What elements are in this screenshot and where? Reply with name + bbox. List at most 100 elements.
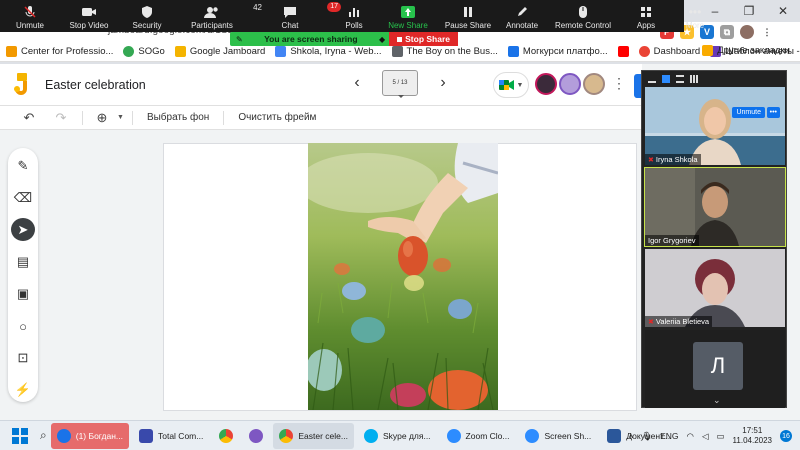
battery-icon[interactable]: ▭: [717, 431, 725, 442]
panel-view-controls: [642, 71, 786, 87]
apps-grid-icon: [640, 3, 652, 20]
eraser-tool-icon[interactable]: ⌫: [11, 186, 35, 209]
notification-badge[interactable]: 16: [780, 430, 792, 442]
chrome-icon: [56, 428, 71, 443]
meet-button[interactable]: ▼: [493, 72, 529, 98]
bookmark-icon: [507, 46, 519, 57]
zoom-icon[interactable]: ⊕: [95, 110, 109, 126]
bookmark[interactable]: SOGo: [123, 46, 165, 57]
microphone-icon[interactable]: 🎙: [641, 431, 652, 442]
participant-more-button[interactable]: •••: [766, 107, 780, 118]
chat-button[interactable]: 17 Chat: [248, 2, 341, 30]
select-tool-icon[interactable]: ➤: [11, 218, 35, 242]
avatar[interactable]: [535, 73, 557, 95]
taskbar-item[interactable]: (1) Богдан...: [50, 422, 129, 449]
bookmark[interactable]: Могкурси платфо...: [507, 46, 608, 57]
security-button[interactable]: Security: [118, 3, 176, 30]
single-view-icon[interactable]: [662, 75, 670, 83]
skype-icon: [363, 428, 378, 443]
unmute-participant-button[interactable]: Unmute: [732, 107, 765, 118]
bookmark[interactable]: The Boy on the Bus...: [391, 46, 498, 57]
youtube-icon: [617, 46, 629, 57]
shape-circle-icon[interactable]: ○: [11, 315, 35, 338]
bookmark[interactable]: Shkola, Iryna - Web...: [275, 46, 382, 57]
participant-tile-active-speaker[interactable]: Igor Grygoriev: [644, 167, 786, 247]
easter-egg-photo[interactable]: [308, 143, 498, 410]
previous-frame-button[interactable]: ‹: [350, 74, 364, 92]
bookmark-youtube[interactable]: [617, 46, 629, 57]
extensions-puzzle-icon[interactable]: ⧉: [720, 25, 734, 39]
frame-bar-toggle[interactable]: 5 / 13: [382, 70, 418, 98]
taskbar-item[interactable]: [213, 423, 239, 449]
screen-sharing-banner[interactable]: ✎ You are screen sharing ◆ Stop Share: [230, 32, 458, 46]
stop-video-button[interactable]: Stop Video: [60, 3, 118, 30]
taskbar-item[interactable]: Zoom Clo...: [441, 423, 516, 449]
pen-icon: [516, 3, 528, 20]
polls-button[interactable]: Polls: [332, 3, 376, 30]
volume-icon[interactable]: ◁: [702, 431, 709, 442]
chevron-down-icon[interactable]: ⌄: [713, 395, 721, 406]
more-button[interactable]: ••• More: [674, 3, 716, 31]
unmute-button[interactable]: Unmute: [0, 3, 60, 30]
profile-avatar[interactable]: [740, 25, 754, 39]
participant-tile[interactable]: ✖ Valeriia Bletieva: [645, 249, 785, 327]
clock[interactable]: 17:51 11.04.2023: [733, 426, 772, 446]
jamboard-header: Easter celebration ‹ 5 / 13 › ▼ ⋮: [0, 64, 644, 106]
apps-button[interactable]: Apps: [618, 3, 674, 30]
annotate-button[interactable]: Annotate: [496, 3, 548, 30]
chevron-up-icon[interactable]: ˄: [628, 431, 633, 441]
add-image-icon[interactable]: ▣: [11, 283, 35, 306]
language-indicator[interactable]: ENG: [660, 431, 678, 441]
taskbar-item[interactable]: Skype для...: [358, 423, 437, 449]
taskbar-item[interactable]: Screen Sh...: [519, 423, 597, 449]
bookmark[interactable]: Center for Professio...: [6, 46, 113, 57]
bar-chart-icon: [348, 3, 360, 20]
pause-share-button[interactable]: Pause Share: [440, 3, 496, 30]
jamboard-logo: [14, 73, 27, 95]
laser-pointer-icon[interactable]: ⚡: [11, 379, 35, 402]
total-commander-icon: [138, 428, 153, 443]
board-title[interactable]: Easter celebration: [45, 78, 146, 92]
set-background-button[interactable]: Выбрать фон: [147, 112, 209, 123]
taskbar-item[interactable]: [243, 423, 269, 449]
taskbar-item[interactable]: Easter cele...: [273, 422, 354, 449]
remote-control-button[interactable]: Remote Control: [548, 3, 618, 30]
more-options-icon[interactable]: ⋮: [612, 75, 626, 92]
participant-name: Igor Grygoriev: [645, 235, 699, 246]
wifi-icon[interactable]: ◠: [687, 431, 694, 442]
zoom-icon: [525, 428, 540, 443]
text-box-icon[interactable]: ⊡: [11, 347, 35, 370]
strip-view-icon[interactable]: [676, 75, 684, 83]
participant-tile[interactable]: Unmute ••• ✖ Iryna Shkola: [645, 87, 785, 165]
clear-frame-button[interactable]: Очистить фрейм: [238, 112, 316, 123]
zoom-dropdown-icon[interactable]: ▼: [117, 114, 124, 121]
pen-tool-icon[interactable]: ✎: [11, 154, 35, 177]
zoom-share-toolbar: Unmute Stop Video Security 42 Participan…: [0, 0, 704, 32]
maximize-button[interactable]: ❐: [732, 0, 766, 22]
mic-muted-icon: ✖: [648, 318, 654, 326]
taskbar-item[interactable]: Total Com...: [133, 423, 209, 449]
bookmark[interactable]: Google Jamboard: [174, 46, 265, 57]
browser-menu-icon[interactable]: ⋮: [760, 25, 774, 39]
undo-icon[interactable]: ↶: [22, 110, 36, 126]
stop-share-button[interactable]: Stop Share: [389, 32, 458, 46]
new-share-button[interactable]: New Share: [376, 3, 440, 30]
stop-square-icon: [397, 36, 403, 42]
windows-start-icon[interactable]: [12, 427, 28, 444]
bookmark[interactable]: Dashboard: [638, 46, 700, 57]
redo-icon[interactable]: ↷: [54, 110, 68, 126]
other-bookmarks[interactable]: Другие закладки: [702, 45, 790, 56]
screen: – ❐ ✕ jamboard.google.com/d/1SJPg... P ★…: [0, 0, 800, 450]
sticky-note-icon[interactable]: ▤: [11, 250, 35, 273]
search-icon[interactable]: ⌕: [40, 428, 47, 443]
participant-tile[interactable]: Л ⌄: [645, 330, 785, 408]
minimize-panel-icon[interactable]: [648, 75, 656, 83]
close-button[interactable]: ✕: [766, 0, 800, 22]
collaborator-avatars: [535, 73, 605, 95]
avatar[interactable]: [583, 73, 605, 95]
avatar[interactable]: [559, 73, 581, 95]
participants-button[interactable]: 42 Participants: [176, 3, 262, 30]
people-icon: 42: [204, 3, 262, 20]
next-frame-button[interactable]: ›: [436, 74, 450, 92]
grid-view-icon[interactable]: [690, 75, 698, 83]
